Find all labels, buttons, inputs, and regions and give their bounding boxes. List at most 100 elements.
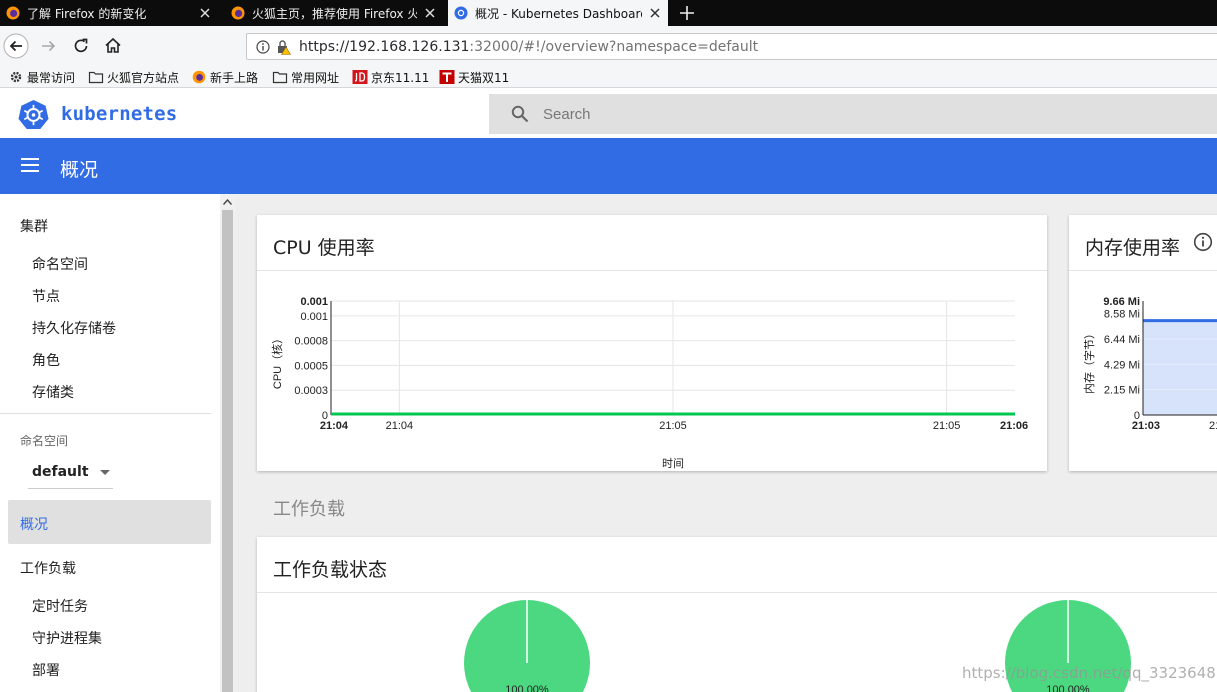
x-tick-label: 21:03 — [1132, 420, 1160, 432]
back-button[interactable] — [3, 33, 29, 59]
sidebar-item-workloads[interactable]: 工作负载 — [20, 558, 76, 578]
brand-name: kubernetes — [61, 103, 178, 125]
page-title: 概况 — [60, 159, 99, 181]
sidebar-item-persistent-volumes[interactable]: 持久化存储卷 — [32, 318, 116, 338]
search-input[interactable] — [543, 105, 1043, 123]
y-tick-label: 0.0008 — [294, 336, 328, 348]
sidebar-item-cron-jobs[interactable]: 定时任务 — [32, 596, 88, 616]
namespace-select[interactable]: default — [28, 456, 113, 489]
jd-logo-icon — [352, 70, 368, 84]
url-host: https://192.168.126.131 — [299, 38, 470, 55]
close-tab-icon[interactable] — [198, 6, 212, 20]
browser-tab-bar: 了解 Firefox 的新变化 火狐主页，推荐使用 Firefox 火 概况 -… — [0, 0, 1217, 26]
bookmark-most-visited[interactable]: 最常访问 — [8, 69, 75, 85]
menu-icon[interactable] — [20, 156, 40, 174]
y-tick-label: 4.29 Mi — [1104, 359, 1140, 371]
sidebar-item-nodes[interactable]: 节点 — [32, 286, 60, 306]
browser-nav-bar: https://192.168.126.131:32000/#!/overvie… — [0, 26, 1217, 66]
new-tab-icon[interactable] — [677, 3, 697, 23]
browser-tab-whatsnew[interactable]: 了解 Firefox 的新变化 — [0, 0, 218, 26]
browser-tab-dashboard[interactable]: 概况 - Kubernetes Dashboard — [448, 0, 668, 26]
sidebar-divider — [0, 413, 211, 414]
x-tick-label: 21 — [1209, 420, 1217, 432]
cpu-usage-chart: CPU（核） 时间 00.00030.00050.00080.0010.0012… — [270, 296, 1028, 470]
info-icon[interactable] — [256, 40, 270, 54]
bookmark-label: 火狐官方站点 — [107, 70, 180, 85]
sidebar-scrollbar[interactable] — [220, 194, 235, 692]
sidebar-item-daemon-sets[interactable]: 守护进程集 — [32, 628, 102, 648]
memory-usage-area — [1143, 320, 1217, 415]
scrollbar-thumb[interactable] — [222, 210, 233, 692]
bookmark-getting-started[interactable]: 新手上路 — [191, 69, 258, 85]
watermark-text: https://blog.csdn.net/qq_33236487 — [962, 664, 1217, 682]
sidebar-item-roles[interactable]: 角色 — [32, 350, 60, 370]
search-icon[interactable] — [511, 105, 529, 123]
tmall-logo-icon — [439, 70, 455, 84]
browser-tab-firefox-home[interactable]: 火狐主页，推荐使用 Firefox 火 — [225, 0, 443, 26]
x-tick-label: 21:04 — [320, 420, 349, 432]
forward-button[interactable] — [36, 33, 62, 59]
home-button[interactable] — [100, 33, 126, 59]
sidebar-item-label: 概况 — [20, 517, 48, 533]
pie-chart-workload-1: 100.00% — [464, 600, 590, 692]
sidebar-item-namespaces[interactable]: 命名空间 — [32, 254, 88, 274]
bookmark-label: 京东11.11 — [371, 70, 430, 85]
tab-title: 概况 - Kubernetes Dashboard — [475, 6, 642, 21]
bookmark-label: 最常访问 — [27, 70, 76, 85]
sidebar-item-cluster[interactable]: 集群 — [20, 216, 48, 236]
namespace-value: default — [32, 464, 89, 480]
app-header: kubernetes — [0, 88, 1217, 138]
kubernetes-logo-icon — [18, 99, 49, 129]
sidebar-nav: 集群 命名空间 节点 持久化存储卷 角色 存储类 命名空间 default 概况… — [0, 194, 220, 692]
close-tab-icon[interactable] — [648, 6, 662, 20]
bookmark-label: 新手上路 — [210, 70, 259, 85]
y-tick-label: 0.001 — [300, 296, 328, 308]
brand-logo[interactable]: kubernetes — [18, 98, 177, 130]
firefox-icon — [6, 6, 20, 20]
bookmark-jd[interactable]: 京东11.11 — [352, 69, 429, 85]
sidebar-item-overview[interactable]: 概况 — [8, 500, 211, 544]
memory-y-axis-label: 内存（字节） — [1082, 328, 1096, 394]
folder-icon — [272, 71, 288, 84]
page-toolbar: 概况 — [0, 138, 1217, 194]
tab-title: 火狐主页，推荐使用 Firefox 火 — [252, 6, 417, 21]
reload-button[interactable] — [68, 33, 94, 59]
kubernetes-icon — [454, 6, 468, 20]
url-text: https://192.168.126.131:32000/#!/overvie… — [299, 39, 758, 55]
workloads-section-title: 工作负载 — [273, 499, 345, 520]
insecure-lock-icon[interactable] — [276, 39, 291, 55]
scroll-up-icon[interactable] — [223, 199, 232, 205]
sidebar-item-deployments[interactable]: 部署 — [32, 660, 60, 680]
sidebar-item-storage-classes[interactable]: 存储类 — [32, 382, 74, 402]
gear-icon — [10, 71, 22, 83]
y-tick-label: 9.66 Mi — [1103, 296, 1140, 308]
x-tick-label: 21:05 — [933, 420, 961, 432]
cpu-y-axis-label: CPU（核） — [270, 333, 284, 389]
bookmark-firefox-official[interactable]: 火狐官方站点 — [88, 69, 179, 85]
pie-percent-label: 100.00% — [505, 684, 549, 692]
y-tick-label: 2.15 Mi — [1104, 385, 1140, 397]
y-tick-label: 6.44 Mi — [1104, 334, 1140, 346]
pie-percent-label: 100.00% — [1046, 684, 1090, 692]
memory-card-title: 内存使用率 — [1085, 237, 1181, 259]
tab-title: 了解 Firefox 的新变化 — [27, 6, 147, 21]
cpu-usage-card: CPU 使用率 CPU（核） 时间 0 0.0003 0.0005 0.0008 0.0… — [257, 215, 1047, 471]
y-tick-label: 0.0003 — [294, 385, 328, 397]
cpu-card-title: CPU 使用率 — [273, 237, 375, 259]
memory-usage-chart: 内存（字节） 02.15 Mi4.29 Mi6.44 Mi8.58 Mi9.66… — [1082, 296, 1217, 432]
folder-icon — [88, 71, 104, 84]
x-tick-label: 21:04 — [386, 420, 414, 432]
url-bar[interactable]: https://192.168.126.131:32000/#!/overvie… — [246, 33, 1217, 60]
search-bar[interactable] — [489, 94, 1217, 134]
firefox-icon — [192, 70, 206, 84]
x-tick-label: 21:06 — [1000, 420, 1028, 432]
bookmark-tmall[interactable]: 天猫双11 — [439, 69, 509, 85]
y-tick-label: 8.58 Mi — [1104, 309, 1140, 321]
y-tick-label: 0.001 — [300, 311, 328, 323]
x-tick-label: 21:05 — [659, 420, 687, 432]
chevron-down-icon — [100, 470, 110, 475]
workload-status-title: 工作负载状态 — [273, 559, 388, 581]
info-icon[interactable] — [1193, 232, 1213, 252]
bookmark-common-sites[interactable]: 常用网址 — [272, 69, 339, 85]
close-tab-icon[interactable] — [423, 6, 437, 20]
